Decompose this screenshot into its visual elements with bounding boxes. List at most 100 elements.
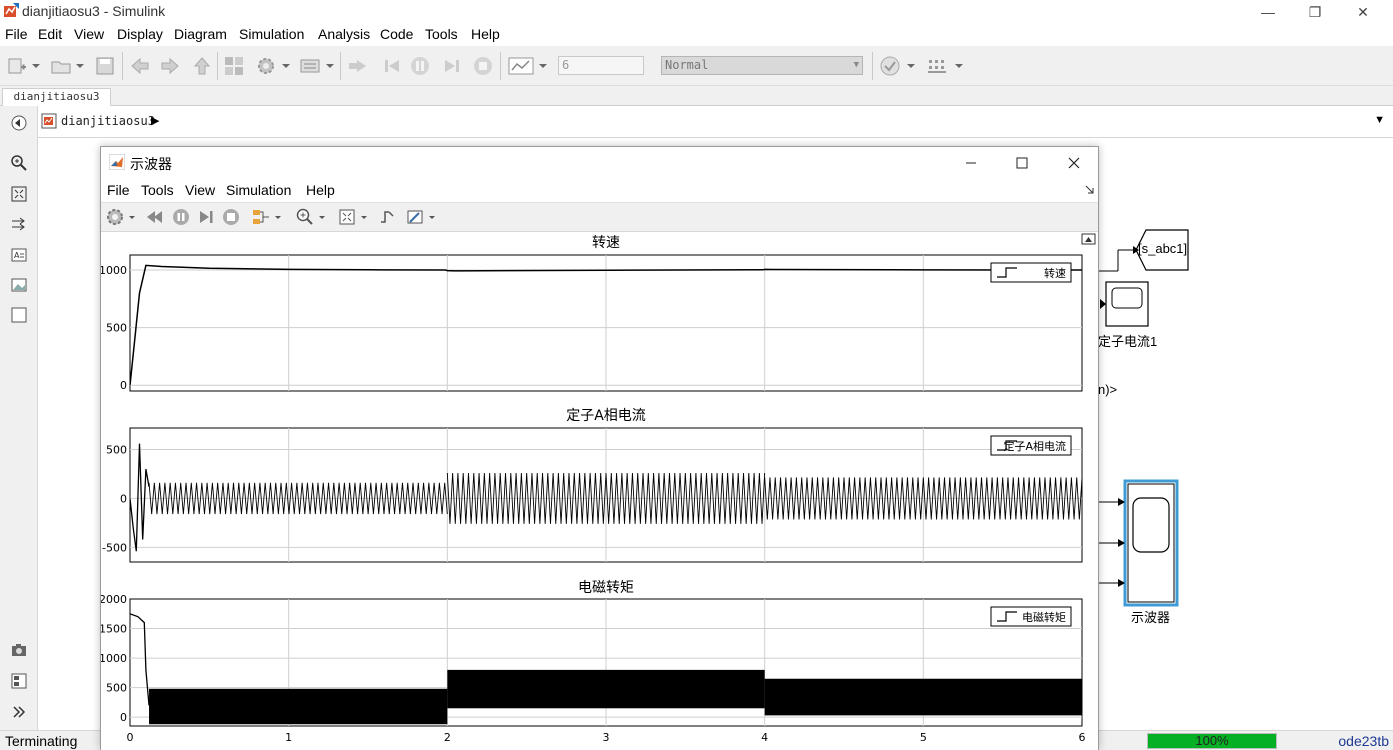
model-advisor-check-icon[interactable]: [879, 55, 901, 77]
new-dropdown-icon[interactable]: [30, 55, 42, 77]
scope-window-title: 示波器: [130, 156, 172, 172]
inspector-dropdown-icon[interactable]: [537, 55, 549, 77]
model-config-gear-icon[interactable]: [255, 55, 277, 77]
step-forward-icon[interactable]: [441, 55, 463, 77]
simulation-mode-select[interactable]: Normal ▼: [661, 56, 863, 75]
style-brush-icon[interactable]: [405, 207, 425, 227]
zoom-in-icon[interactable]: [295, 207, 315, 227]
scope-block-oscilloscope[interactable]: [1098, 479, 1179, 607]
screenshot-camera-icon[interactable]: [10, 641, 28, 659]
x-tick-label: 0: [127, 731, 134, 744]
scope-title-bar: 示波器: [101, 147, 1098, 178]
legend-label: 定子A相电流: [1003, 439, 1066, 453]
scope-menu-tools[interactable]: Tools: [141, 182, 174, 198]
solver-name[interactable]: ode23tb: [1338, 733, 1389, 749]
library-browser-icon[interactable]: [223, 55, 245, 77]
scope-window: 示波器 File Tools View Simulation Help 转速 0 5…: [99, 146, 1099, 750]
scope-step-forward-icon[interactable]: [196, 207, 216, 227]
expand-icon[interactable]: [10, 703, 28, 721]
title-bar: dianjitiaosu3 - Simulink — ❐ ✕: [0, 0, 1393, 24]
scope-stop-icon[interactable]: [221, 207, 241, 227]
arrows-icon[interactable]: [10, 215, 28, 233]
menu-analysis[interactable]: Analysis: [318, 26, 370, 42]
dock-arrow-icon[interactable]: [1085, 185, 1095, 195]
menu-help[interactable]: Help: [471, 26, 500, 42]
breadcrumb-arrow-icon[interactable]: ▶: [151, 114, 159, 127]
triggers-icon[interactable]: [377, 207, 397, 227]
x-tick-label: 6: [1079, 731, 1086, 744]
scope-maximize-icon[interactable]: [1014, 155, 1030, 171]
model-explorer-icon[interactable]: [299, 55, 321, 77]
scope-menu-bar: File Tools View Simulation Help: [101, 178, 1098, 202]
bus-label-fragment: n)>: [1098, 382, 1118, 397]
scope-menu-view[interactable]: View: [185, 182, 215, 198]
explorer-dropdown-icon[interactable]: [324, 55, 336, 77]
menu-display[interactable]: Display: [117, 26, 163, 42]
minimize-button[interactable]: —: [1245, 0, 1291, 24]
address-dropdown-icon[interactable]: ▼: [1374, 114, 1385, 126]
zoom-icon[interactable]: [10, 154, 28, 172]
model-icon: [41, 113, 57, 129]
build-grid-icon[interactable]: [926, 55, 948, 77]
tab-model[interactable]: dianjitiaosu3: [2, 88, 111, 106]
area-icon[interactable]: [10, 306, 28, 324]
fit-to-view-icon[interactable]: [10, 185, 28, 203]
open-dropdown-icon[interactable]: [74, 55, 86, 77]
step-back-icon[interactable]: [346, 55, 368, 77]
highlight-dropdown-icon[interactable]: [273, 207, 283, 227]
breadcrumb-model[interactable]: dianjitiaosu3: [61, 114, 155, 128]
stop-time-input[interactable]: 6: [558, 56, 644, 75]
image-icon[interactable]: [10, 276, 28, 294]
menu-tools[interactable]: Tools: [425, 26, 458, 42]
x-tick-label: 1: [285, 731, 292, 744]
scope1-label: 定子电流1: [1098, 334, 1158, 349]
scope-menu-file[interactable]: File: [107, 182, 130, 198]
advisor-dropdown-icon[interactable]: [905, 55, 917, 77]
pause-icon[interactable]: [409, 55, 431, 77]
menu-simulation[interactable]: Simulation: [239, 26, 304, 42]
series-band-2: [447, 669, 765, 709]
panel-title: 电磁转矩: [578, 580, 634, 596]
scope-menu-simulation[interactable]: Simulation: [226, 182, 291, 198]
menu-file[interactable]: File: [5, 26, 28, 42]
scope-close-icon[interactable]: [1066, 155, 1082, 171]
scope-block-stator-current1[interactable]: [1100, 281, 1149, 327]
up-icon[interactable]: [191, 55, 213, 77]
config-dropdown-icon[interactable]: [280, 55, 292, 77]
scope-panel-1: 转速 0 500 1000 转速: [99, 235, 1083, 392]
hide-browser-icon[interactable]: [10, 114, 28, 132]
close-button[interactable]: ✕: [1340, 0, 1386, 24]
annotation-icon[interactable]: A: [10, 246, 28, 264]
menu-view[interactable]: View: [74, 26, 104, 42]
open-folder-icon[interactable]: [50, 55, 72, 77]
autoscale-dropdown-icon[interactable]: [359, 207, 369, 227]
menu-diagram[interactable]: Diagram: [174, 26, 227, 42]
scope-menu-help[interactable]: Help: [306, 182, 335, 198]
scope-settings-gear-icon[interactable]: [105, 207, 125, 227]
scope-minimize-icon[interactable]: [963, 155, 979, 171]
menu-code[interactable]: Code: [380, 26, 413, 42]
data-inspector-icon[interactable]: [508, 55, 534, 77]
stop-icon[interactable]: [472, 55, 494, 77]
main-toolbar: 6 Normal ▼: [0, 46, 1393, 86]
menu-edit[interactable]: Edit: [38, 26, 62, 42]
series-band-3: [764, 678, 1082, 716]
autoscale-icon[interactable]: [337, 207, 357, 227]
style-dropdown-icon[interactable]: [427, 207, 437, 227]
build-dropdown-icon[interactable]: [953, 55, 965, 77]
step-back-run-icon[interactable]: [381, 55, 403, 77]
scope-step-back-icon[interactable]: [145, 207, 165, 227]
save-icon[interactable]: [94, 55, 116, 77]
maximize-button[interactable]: ❐: [1292, 0, 1338, 24]
forward-icon[interactable]: [159, 55, 181, 77]
back-icon[interactable]: [129, 55, 151, 77]
settings-dropdown-icon[interactable]: [127, 207, 137, 227]
model-browser-icon[interactable]: [10, 672, 28, 690]
new-model-icon[interactable]: [6, 55, 28, 77]
zoom-dropdown-icon[interactable]: [317, 207, 327, 227]
window-title: dianjitiaosu3 - Simulink: [22, 3, 166, 19]
highlight-block-icon[interactable]: [251, 207, 271, 227]
scope-pause-icon[interactable]: [171, 207, 191, 227]
left-palette: A: [0, 106, 38, 730]
goto-tag-label: [s_abc1]: [1138, 241, 1188, 256]
